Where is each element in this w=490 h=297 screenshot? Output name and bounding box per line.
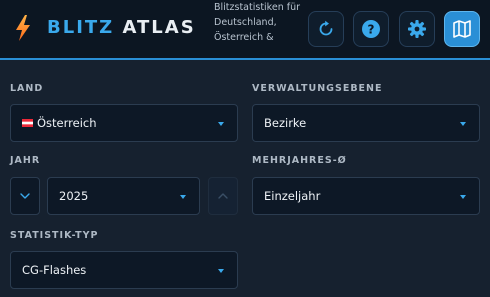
year-value: 2025	[59, 189, 89, 203]
multi-year-select[interactable]: Einzeljahr	[252, 177, 480, 215]
brand-part-atlas: ATLAS	[122, 17, 196, 38]
chevron-down-icon	[460, 122, 466, 126]
stat-type-select[interactable]: CG-Flashes	[10, 251, 238, 289]
admin-level-value: Bezirke	[264, 116, 307, 130]
chevron-up-icon	[218, 193, 228, 199]
app-header: BLITZ ATLAS Blitzstatistiken für Deutsch…	[0, 0, 490, 60]
help-icon-glyph: ?	[368, 23, 375, 37]
country-value: Österreich	[37, 116, 97, 130]
chevron-down-icon	[218, 269, 224, 273]
settings-button[interactable]	[399, 11, 435, 47]
admin-level-label: VERWALTUNGSEBENE	[252, 83, 383, 94]
multi-year-label: MEHRJAHRES-Ø	[252, 155, 347, 166]
refresh-icon	[319, 20, 333, 36]
country-label: LAND	[10, 83, 44, 94]
multi-year-value: Einzeljahr	[264, 189, 321, 203]
chevron-down-icon	[180, 195, 186, 199]
year-previous-button[interactable]	[10, 177, 40, 215]
country-select[interactable]: Österreich	[10, 104, 238, 142]
stat-type-label: STATISTIK-TYP	[10, 230, 99, 241]
lightning-bolt-icon	[16, 15, 30, 41]
admin-level-select[interactable]: Bezirke	[252, 104, 480, 142]
chevron-down-icon	[20, 193, 30, 199]
austria-flag-icon	[22, 119, 33, 127]
app-tagline: Blitzstatistiken für Deutschland, Österr…	[214, 2, 301, 43]
year-label: JAHR	[10, 155, 41, 166]
stat-type-value: CG-Flashes	[22, 263, 87, 277]
map-icon	[453, 20, 471, 38]
gear-icon	[408, 20, 426, 38]
map-view-button[interactable]	[444, 11, 480, 47]
help-icon: ?	[362, 20, 380, 38]
year-select[interactable]: 2025	[47, 177, 200, 215]
app-logo: BLITZ ATLAS	[47, 17, 196, 38]
brand-part-blitz: BLITZ	[47, 17, 115, 38]
refresh-button[interactable]	[308, 11, 344, 47]
chevron-down-icon	[460, 195, 466, 199]
app-root: BLITZ ATLAS Blitzstatistiken für Deutsch…	[0, 0, 490, 297]
chevron-down-icon	[218, 122, 224, 126]
year-next-button[interactable]	[208, 177, 238, 215]
help-button[interactable]: ?	[353, 11, 389, 47]
